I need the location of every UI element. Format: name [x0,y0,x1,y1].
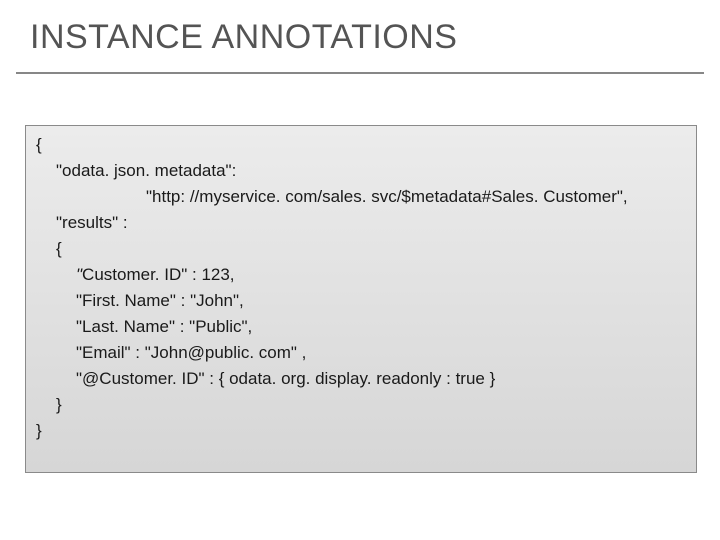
code-line: { [36,132,686,158]
title-divider [16,72,704,74]
page-title: INSTANCE ANNOTATIONS [30,18,700,57]
code-line: "First. Name" : "John", [36,288,686,314]
code-block: { "odata. json. metadata": "http: //myse… [25,125,697,473]
code-line: "@Customer. ID" : { odata. org. display.… [36,366,686,392]
code-line: "odata. json. metadata": [36,158,686,184]
code-span: Customer. ID" : 123, [82,265,235,284]
code-line: "Email" : "John@public. com" , [36,340,686,366]
code-line: "Customer. ID" : 123, [36,262,686,288]
code-line: "Last. Name" : "Public", [36,314,686,340]
code-line: "http: //myservice. com/sales. svc/$meta… [36,184,686,210]
code-line: } [36,418,686,444]
code-line: { [36,236,686,262]
code-line: } [36,392,686,418]
code-line: "results" : [36,210,686,236]
